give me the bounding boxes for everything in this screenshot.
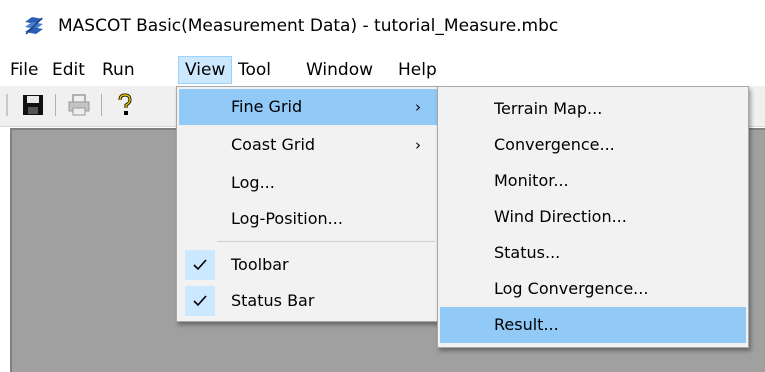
toolbar-separator [101,94,102,116]
menu-item-label: Wind Direction... [494,207,627,226]
menu-item-label: Fine Grid [231,97,303,116]
view-menu-item-log-position[interactable]: Log-Position... [179,201,437,237]
menu-item-label: Result... [494,315,559,334]
view-menu-item-log[interactable]: Log... [179,165,437,201]
toolbar-separator [55,94,56,116]
menu-view[interactable]: View [178,56,233,84]
checkmark-icon [185,286,215,316]
menu-item-label: Log-Position... [231,209,343,228]
checkmark-icon [185,250,215,280]
view-menu-item-toolbar[interactable]: Toolbar [179,247,437,283]
title-bar: MASCOT Basic(Measurement Data) - tutoria… [0,0,765,52]
view-menu-item-fine-grid[interactable]: Fine Grid › [179,89,437,125]
menu-item-label: Coast Grid [231,135,316,154]
view-menu-dropdown: Fine Grid › Coast Grid › Log... Log-Posi… [176,86,440,322]
menu-item-label: Convergence... [494,135,615,154]
menu-tool[interactable]: Tool [232,56,277,84]
save-icon[interactable] [20,92,46,118]
menu-item-label: Monitor... [494,171,569,190]
chevron-right-icon: › [415,98,421,116]
menu-bar: File Edit Run View Tool Window Help [0,52,765,86]
toolbar-grip[interactable] [6,94,8,116]
menu-separator [217,241,435,242]
menu-window[interactable]: Window [300,56,379,84]
submenu-item-monitor[interactable]: Monitor... [440,163,746,199]
print-icon[interactable] [66,92,92,118]
menu-edit[interactable]: Edit [46,56,91,84]
menu-item-label: Log Convergence... [494,279,649,298]
menu-item-label: Status... [494,243,561,262]
submenu-item-terrain-map[interactable]: Terrain Map... [440,91,746,127]
view-menu-item-status-bar[interactable]: Status Bar [179,283,437,319]
menu-run[interactable]: Run [96,56,141,84]
mascot-app-icon [23,15,45,37]
menu-item-label: Log... [231,173,275,192]
menu-item-label: Terrain Map... [494,99,603,118]
fine-grid-submenu: Terrain Map... Convergence... Monitor...… [437,86,749,348]
submenu-item-wind-direction[interactable]: Wind Direction... [440,199,746,235]
help-icon[interactable] [112,92,138,118]
menu-item-label: Toolbar [231,255,289,274]
submenu-item-result[interactable]: Result... [440,307,746,343]
submenu-item-status[interactable]: Status... [440,235,746,271]
chevron-right-icon: › [415,136,421,154]
view-menu-item-coast-grid[interactable]: Coast Grid › [179,127,437,163]
menu-file[interactable]: File [4,56,44,84]
submenu-item-log-convergence[interactable]: Log Convergence... [440,271,746,307]
menu-item-label: Status Bar [231,291,315,310]
submenu-item-convergence[interactable]: Convergence... [440,127,746,163]
window-title: MASCOT Basic(Measurement Data) - tutoria… [58,16,559,36]
menu-help[interactable]: Help [392,56,443,84]
